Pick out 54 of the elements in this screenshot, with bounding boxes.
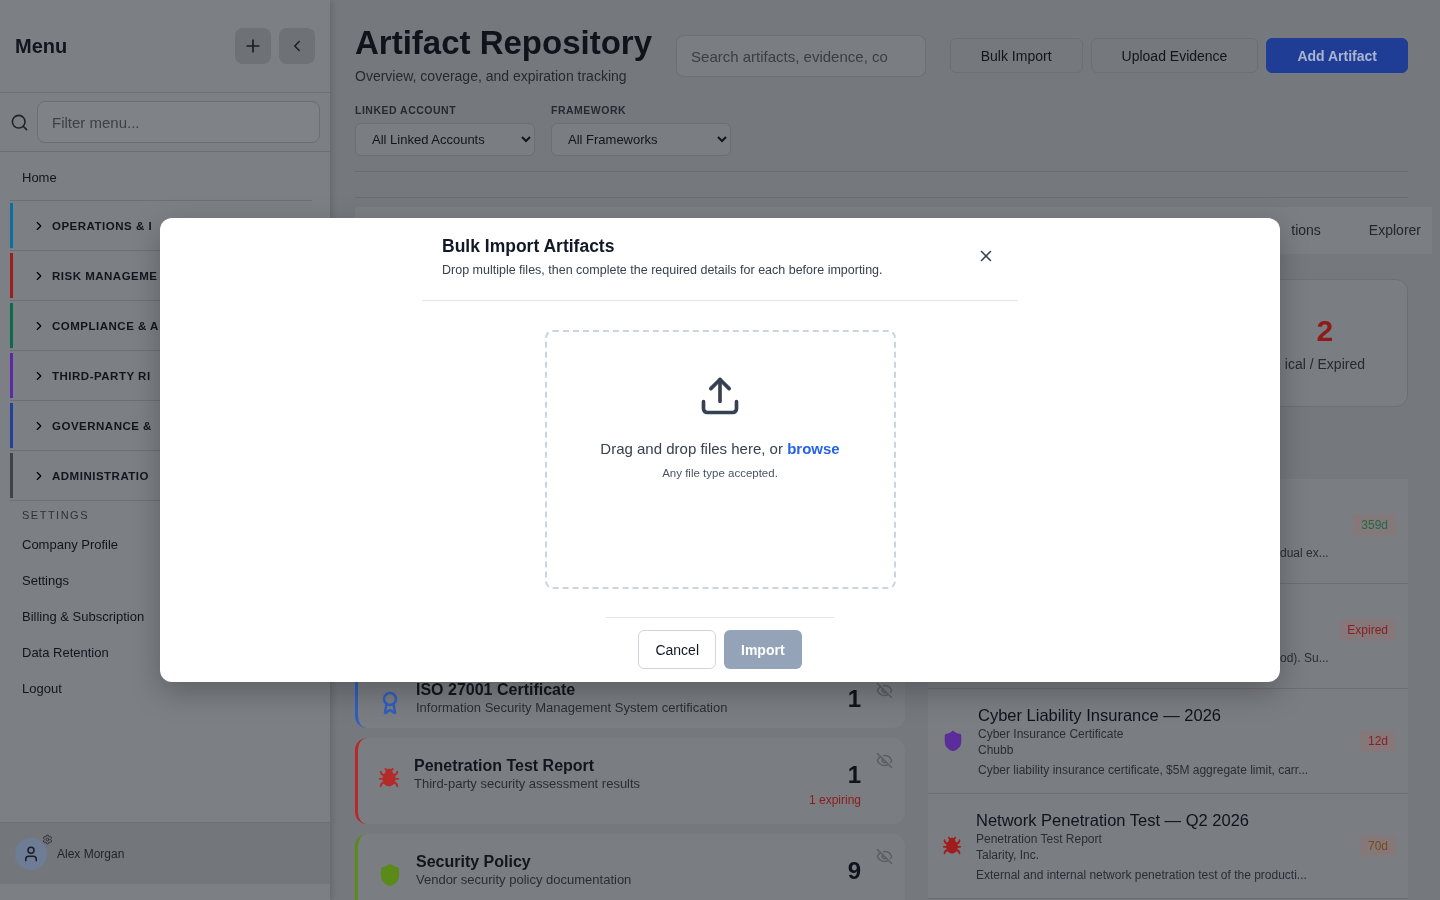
filter-label: LINKED ACCOUNT: [355, 104, 458, 116]
filter-select[interactable]: All Frameworks: [551, 123, 731, 156]
artifact-vendor: Talarity, Inc.: [976, 847, 1041, 862]
dialog-title: Bulk Import Artifacts: [442, 236, 616, 257]
action-button[interactable]: Bulk Import: [949, 38, 1083, 73]
browse-link[interactable]: browse: [787, 440, 840, 457]
drop-zone[interactable]: Drag and drop files here, or browse Any file type accepted.: [544, 330, 896, 589]
artifact-type: Penetration Test Report: [976, 831, 1103, 846]
expiry-badge: 12d: [1359, 730, 1396, 752]
card-description: Vendor security policy documentation: [416, 873, 633, 889]
home-link[interactable]: Home: [22, 170, 308, 185]
drop-hint: Any file type accepted.: [662, 467, 778, 479]
artifact-vendor: Chubb: [978, 742, 1015, 757]
artifact-description: Cyber liability insurance certificate, $5M aggregate limit, carr...: [978, 762, 1310, 777]
expiring-note: 1 expiring: [808, 793, 861, 807]
tab[interactable]: Explorer: [1368, 215, 1421, 246]
user-name: Alex Morgan: [57, 846, 125, 861]
artifact-title: Network Penetration Test — Q2 2026: [976, 810, 1250, 830]
card-title: ISO 27001 Certificate: [416, 681, 577, 700]
artifact-type: Cyber Insurance Certificate: [978, 726, 1125, 741]
artifact-description: dual ex...: [1280, 546, 1329, 560]
artifact-row[interactable]: Cyber Liability Insurance — 2026 Cyber Insurance Certificate Chubb Cyber liability insurance certificate, $5M aggregate limit, carr... 12d: [928, 689, 1408, 794]
expiry-badge: Expired: [1339, 619, 1396, 641]
section-label: SETTINGS: [22, 509, 90, 521]
expiry-badge: 359d: [1353, 514, 1396, 536]
artifact-title: Cyber Liability Insurance — 2026: [978, 705, 1223, 725]
artifact-count: 1: [847, 685, 861, 713]
filter-label: FRAMEWORK: [551, 104, 628, 116]
menu-title: Menu: [15, 34, 69, 58]
artifact-count: 1: [847, 761, 861, 789]
drop-text: Drag and drop files here, or browse: [600, 440, 840, 457]
card-title: Security Policy: [416, 853, 532, 872]
artifact-row[interactable]: Network Penetration Test — Q2 2026 Penetration Test Report Talarity, Inc. External and internal network penetration test of the producti... 70d: [928, 794, 1408, 899]
card-description: Information Security Management System certification: [416, 701, 729, 717]
cancel-button[interactable]: Cancel: [638, 630, 716, 669]
artifact-description: External and internal network penetration test of the producti...: [976, 867, 1308, 882]
page-title: Artifact Repository: [355, 24, 653, 62]
card-title: Penetration Test Report: [414, 757, 596, 776]
action-button[interactable]: Upload Evidence: [1090, 38, 1259, 73]
tab[interactable]: tions: [1291, 215, 1321, 246]
artifact-type-card[interactable]: Security Policy Vendor security policy documentation 9: [355, 834, 905, 900]
page-subtitle: Overview, coverage, and expiration tracking: [355, 68, 628, 84]
dialog-subtitle: Drop multiple files, then complete the required details for each before importing.: [442, 263, 883, 277]
card-description: Third-party security assessment results: [414, 777, 642, 793]
stat-label: ical / Expired: [1284, 356, 1365, 372]
artifact-description: od). Su...: [1280, 651, 1329, 665]
add-artifact-button[interactable]: Add Artifact: [1266, 38, 1408, 73]
artifact-type-card[interactable]: Penetration Test Report Third-party security assessment results 1 1 expiring: [355, 738, 905, 824]
stat-value: 2: [1316, 314, 1334, 348]
expiry-badge: 70d: [1359, 835, 1396, 857]
filter-select[interactable]: All Linked Accounts: [355, 123, 535, 156]
filter-field[interactable]: Filter menu...: [37, 101, 320, 143]
artifact-count: 9: [847, 857, 861, 885]
search-field[interactable]: Search artifacts, evidence, co: [676, 35, 926, 77]
